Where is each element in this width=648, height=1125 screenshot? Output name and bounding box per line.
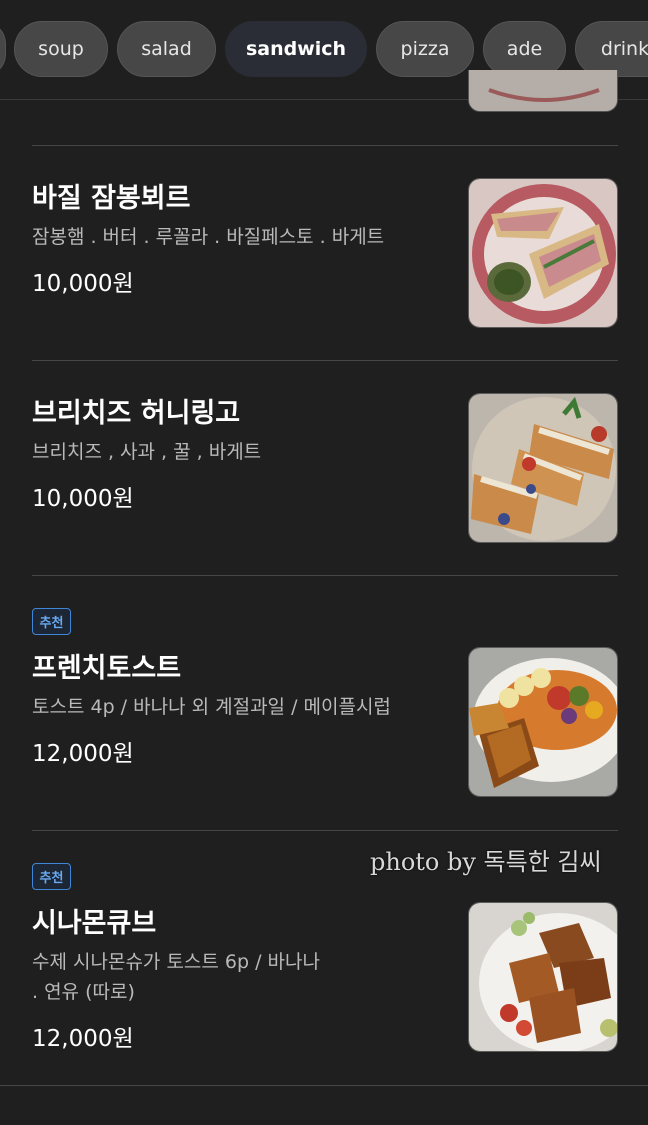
tab-sandwich[interactable]: sandwich bbox=[225, 21, 367, 77]
menu-item-price: 12,000원 bbox=[32, 1026, 134, 1052]
menu-item[interactable]: 바질 잠봉뵈르 잠봉햄 . 버터 . 루꼴라 . 바질페스토 . 바게트 10,… bbox=[0, 146, 648, 360]
menu-item-price: 10,000원 bbox=[32, 271, 134, 297]
recommended-badge: 추천 bbox=[32, 863, 71, 890]
tab-ade[interactable]: ade bbox=[483, 21, 566, 77]
recommended-badge: 추천 bbox=[32, 608, 71, 635]
menu-item-name: 바질 잠봉뵈르 bbox=[32, 183, 191, 214]
menu-item-price: 12,000원 bbox=[32, 741, 134, 767]
photo-credit-watermark: photo by 독특한 김씨 bbox=[370, 848, 602, 876]
menu-item-description: 수제 시나몬슈가 토스트 6p / 바나나 . 연유 (따로) bbox=[32, 951, 320, 1003]
menu-item-name: 시나몬큐브 bbox=[32, 908, 157, 939]
tab-salad[interactable]: salad bbox=[117, 21, 216, 77]
menu-item[interactable]: 추천 프렌치토스트 토스트 4p / 바나나 외 계절과일 / 메이플시럽 12… bbox=[0, 576, 648, 830]
divider bbox=[0, 1085, 648, 1086]
menu-item-name: 브리치즈 허니링고 bbox=[32, 398, 241, 429]
menu-page: soup salad sandwich pizza ade drink 바질 잠… bbox=[0, 0, 648, 1125]
tab-soup[interactable]: soup bbox=[14, 21, 108, 77]
cinnamon-cube-photo bbox=[468, 902, 618, 1052]
brie-honey-apple-sandwich-photo bbox=[468, 393, 618, 543]
french-toast-photo bbox=[468, 647, 618, 797]
menu-item-price: 10,000원 bbox=[32, 486, 134, 512]
basil-jambon-sandwich-photo bbox=[468, 178, 618, 328]
menu-item-description: 브리치즈 , 사과 , 꿀 , 바게트 bbox=[32, 441, 262, 463]
tab-previous-category[interactable] bbox=[0, 21, 6, 77]
tab-pizza[interactable]: pizza bbox=[376, 21, 474, 77]
menu-item-description: 잠봉햄 . 버터 . 루꼴라 . 바질페스토 . 바게트 bbox=[32, 226, 385, 248]
menu-item-name: 프렌치토스트 bbox=[32, 653, 182, 684]
previous-item-image[interactable] bbox=[468, 70, 618, 112]
tab-drink[interactable]: drink bbox=[575, 21, 648, 77]
menu-item[interactable]: 브리치즈 허니링고 브리치즈 , 사과 , 꿀 , 바게트 10,000원 bbox=[0, 361, 648, 575]
menu-item-description: 토스트 4p / 바나나 외 계절과일 / 메이플시럽 bbox=[32, 696, 391, 718]
